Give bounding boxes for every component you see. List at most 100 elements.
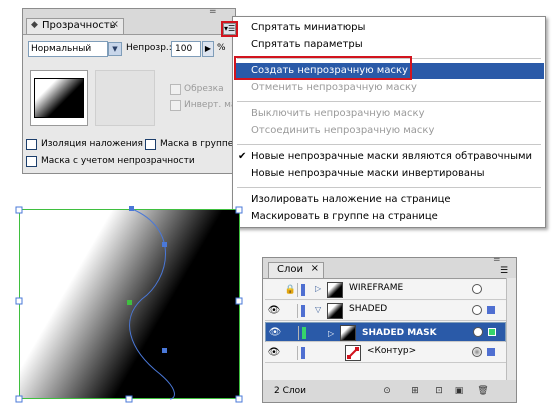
chevron-down-icon[interactable]: ▼ — [108, 42, 122, 56]
close-icon[interactable]: × — [111, 19, 119, 30]
layers-panel: = Слои × ☰ 🔒 ▷ WIREFRAME 👁 ▽ SHADED 👁 ▷ … — [262, 255, 517, 403]
blend-mode-select[interactable]: Нормальный — [28, 41, 108, 57]
path-thumbnail — [345, 345, 361, 361]
layer-name: WIREFRAME — [349, 283, 404, 293]
layer-thumbnail — [327, 282, 343, 298]
tab-transparency[interactable]: ◆ Прозрачность × — [26, 18, 124, 34]
layer-count: 2 Слои — [274, 386, 306, 396]
menu-item-disable-opacity-mask[interactable]: Выключить непрозрачную маску — [251, 108, 425, 119]
selection-square[interactable] — [487, 306, 495, 314]
opacity-input[interactable]: 100 — [171, 41, 201, 57]
eye-icon[interactable]: 👁 — [267, 347, 281, 359]
clipping-mask-icon[interactable]: ⊞ — [409, 385, 421, 397]
anchor-point[interactable] — [129, 206, 134, 211]
artwork-thumbnail[interactable] — [30, 70, 88, 126]
opacity-mask-checkbox[interactable] — [26, 156, 37, 167]
eye-icon[interactable]: 👁 — [268, 327, 282, 339]
layer-row-selected[interactable]: 👁 ▷ SHADED MASK — [265, 322, 506, 342]
layer-color-swatch — [301, 305, 305, 317]
target-icon[interactable] — [472, 305, 482, 315]
trash-icon[interactable]: 🗑 — [477, 385, 489, 397]
expand-triangle-icon[interactable]: ▷ — [328, 327, 334, 341]
lock-slot[interactable] — [285, 326, 299, 340]
menu-item-release-opacity-mask[interactable]: Отменить непрозрачную маску — [251, 82, 417, 93]
layer-name: <Контур> — [367, 346, 417, 356]
collapse-triangle-icon[interactable]: ▽ — [315, 305, 321, 314]
layer-thumbnail — [327, 303, 343, 319]
check-icon: ✔ — [238, 151, 247, 162]
bounding-handle[interactable] — [15, 206, 23, 214]
layer-color-swatch — [301, 284, 305, 296]
layer-row[interactable]: 👁 ▽ SHADED — [265, 301, 506, 321]
new-sublayer-icon[interactable]: ⊡ — [433, 385, 445, 397]
anchor-point[interactable] — [162, 242, 167, 247]
new-layer-icon[interactable]: ▣ — [453, 385, 465, 397]
invert-mask-checkbox[interactable] — [170, 100, 181, 111]
isolate-blending-label: Изоляция наложения — [41, 139, 143, 149]
clip-checkbox[interactable] — [170, 84, 181, 95]
layer-name: SHADED MASK — [362, 328, 437, 338]
path-curve[interactable] — [129, 208, 175, 400]
path-icon — [347, 347, 359, 359]
menu-separator — [237, 144, 541, 145]
selection-square[interactable] — [487, 348, 495, 356]
knockout-group-label: Маска в группе — [160, 139, 234, 149]
layers-list: 🔒 ▷ WIREFRAME 👁 ▽ SHADED 👁 ▷ SHADED MASK — [263, 278, 516, 380]
knockout-group-checkbox[interactable] — [145, 139, 156, 150]
highlight-box — [221, 21, 238, 37]
menu-item-new-masks-inverted[interactable]: Новые непрозрачные маски инвертированы — [251, 168, 484, 179]
menu-separator — [237, 187, 541, 188]
tab-layers[interactable]: Слои × — [268, 262, 324, 278]
lock-icon[interactable]: 🔒 — [284, 283, 298, 297]
locate-object-icon[interactable]: ⊙ — [381, 385, 393, 397]
bounding-handle[interactable] — [235, 395, 243, 403]
opacity-value: 100 — [175, 44, 193, 54]
menu-item-hide-thumbnails[interactable]: Спрятать миниатюры — [251, 22, 365, 33]
anchor-point[interactable] — [162, 348, 167, 353]
menu-item-page-knockout-group[interactable]: Маскировать в группе на странице — [251, 211, 438, 222]
menu-item-unlink-opacity-mask[interactable]: Отсоединить непрозрачную маску — [251, 125, 434, 136]
flyout-menu: Спрятать миниатюры Спрятать параметры Со… — [232, 16, 546, 228]
bounding-handle[interactable] — [125, 395, 133, 403]
mask-thumbnail-area[interactable] — [95, 70, 155, 126]
target-icon[interactable] — [472, 284, 482, 294]
highlight-box — [234, 56, 412, 80]
opacity-unit: % — [217, 43, 226, 53]
bounding-handle[interactable] — [235, 206, 243, 214]
diamond-icon: ◆ — [31, 20, 38, 30]
bounding-handle[interactable] — [15, 297, 23, 305]
menu-item-hide-options[interactable]: Спрятать параметры — [251, 39, 363, 50]
layer-color-swatch — [301, 347, 305, 359]
bounding-handle[interactable] — [235, 297, 243, 305]
menu-item-new-masks-clipping[interactable]: Новые непрозрачные маски являются обтрав… — [251, 151, 532, 162]
selection-square[interactable] — [488, 328, 496, 336]
panel-body: Нормальный ▼ Непрозр.: 100 ▶ % Обрезка И… — [23, 34, 252, 173]
bounding-handle[interactable] — [15, 395, 23, 403]
layers-footer: 2 Слои ⊙ ⊞ ⊡ ▣ 🗑 — [263, 381, 516, 402]
tab-label: Слои — [277, 264, 303, 275]
minimize-button[interactable]: = — [209, 7, 217, 17]
lock-slot[interactable] — [284, 346, 298, 360]
minimize-button[interactable]: = — [493, 255, 501, 265]
center-point — [127, 300, 132, 305]
target-icon[interactable] — [473, 327, 483, 337]
menu-separator — [237, 101, 541, 102]
menu-item-page-isolated-blending[interactable]: Изолировать наложение на странице — [251, 194, 451, 205]
layer-name: SHADED — [349, 304, 388, 314]
transparency-panel: = ◆ Прозрачность × Нормальный ▼ Непрозр.… — [22, 7, 252, 174]
opacity-stepper-button[interactable]: ▶ — [202, 41, 214, 57]
eye-icon[interactable]: 👁 — [267, 305, 281, 317]
isolate-blending-checkbox[interactable] — [26, 139, 37, 150]
panel-menu-icon[interactable]: ☰ — [500, 266, 508, 276]
expand-triangle-icon[interactable]: ▷ — [315, 284, 321, 293]
layer-row[interactable]: 👁 <Контур> — [265, 343, 506, 363]
lock-slot[interactable] — [284, 304, 298, 318]
layer-color-swatch — [302, 327, 306, 339]
layer-row[interactable]: 🔒 ▷ WIREFRAME — [265, 280, 506, 300]
opacity-label: Непрозр.: — [126, 43, 172, 53]
layer-thumbnail — [340, 325, 356, 341]
target-icon[interactable] — [472, 347, 482, 357]
close-icon[interactable]: × — [311, 263, 319, 274]
visibility-toggle[interactable] — [267, 284, 281, 296]
layers-scrollbar[interactable] — [506, 278, 516, 380]
